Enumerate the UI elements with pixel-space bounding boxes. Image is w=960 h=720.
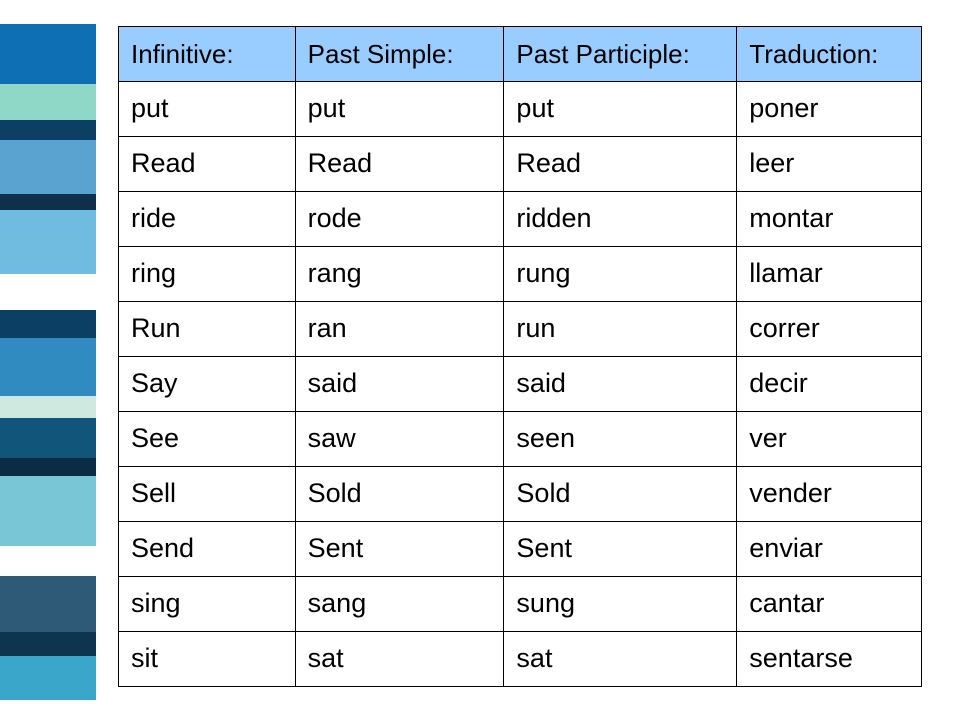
table-row: Read Read Read leer	[119, 137, 922, 192]
cell-past-simple: Sent	[295, 522, 504, 577]
cell-past-participle: rung	[504, 247, 737, 302]
cell-infinitive: sit	[119, 632, 296, 687]
table-row: put put put poner	[119, 82, 922, 137]
cell-past-participle: Read	[504, 137, 737, 192]
cell-traduction: cantar	[737, 577, 922, 632]
cell-past-simple: Sold	[295, 467, 504, 522]
color-bar	[0, 418, 96, 458]
cell-past-simple: put	[295, 82, 504, 137]
decorative-left-bars	[0, 0, 96, 720]
table-row: Send Sent Sent enviar	[119, 522, 922, 577]
cell-past-simple: ran	[295, 302, 504, 357]
slide-stage: Infinitive: Past Simple: Past Participle…	[0, 0, 960, 720]
table-row: Run ran run correr	[119, 302, 922, 357]
verb-table-wrap: Infinitive: Past Simple: Past Participle…	[118, 26, 922, 687]
verb-table: Infinitive: Past Simple: Past Participle…	[118, 26, 922, 687]
cell-past-simple: rode	[295, 192, 504, 247]
table-row: See saw seen ver	[119, 412, 922, 467]
cell-traduction: leer	[737, 137, 922, 192]
color-bar	[0, 396, 96, 418]
color-bar	[0, 700, 96, 720]
color-bar	[0, 274, 96, 310]
color-bar	[0, 338, 96, 396]
cell-past-participle: Sold	[504, 467, 737, 522]
header-infinitive: Infinitive:	[119, 27, 296, 82]
color-bar	[0, 656, 96, 700]
color-bar	[0, 194, 96, 210]
cell-traduction: correr	[737, 302, 922, 357]
color-bar	[0, 576, 96, 632]
header-traduction: Traduction:	[737, 27, 922, 82]
cell-infinitive: Sell	[119, 467, 296, 522]
table-row: Sell Sold Sold vender	[119, 467, 922, 522]
color-bar	[0, 120, 96, 140]
cell-past-simple: sang	[295, 577, 504, 632]
color-bar	[0, 84, 96, 120]
color-bar	[0, 310, 96, 338]
table-row: ride rode ridden montar	[119, 192, 922, 247]
cell-infinitive: put	[119, 82, 296, 137]
color-bar	[0, 140, 96, 194]
cell-traduction: montar	[737, 192, 922, 247]
cell-past-simple: saw	[295, 412, 504, 467]
color-bar	[0, 24, 96, 84]
cell-past-participle: run	[504, 302, 737, 357]
cell-infinitive: ring	[119, 247, 296, 302]
color-bar	[0, 632, 96, 656]
cell-past-participle: sat	[504, 632, 737, 687]
color-bar	[0, 210, 96, 274]
cell-infinitive: Say	[119, 357, 296, 412]
cell-past-participle: ridden	[504, 192, 737, 247]
table-row: ring rang rung llamar	[119, 247, 922, 302]
cell-past-simple: sat	[295, 632, 504, 687]
color-bar	[0, 458, 96, 476]
cell-infinitive: See	[119, 412, 296, 467]
color-bar	[0, 0, 96, 24]
cell-traduction: decir	[737, 357, 922, 412]
cell-past-simple: said	[295, 357, 504, 412]
cell-past-participle: sung	[504, 577, 737, 632]
cell-infinitive: Read	[119, 137, 296, 192]
cell-traduction: enviar	[737, 522, 922, 577]
cell-traduction: sentarse	[737, 632, 922, 687]
cell-past-participle: seen	[504, 412, 737, 467]
cell-past-participle: Sent	[504, 522, 737, 577]
cell-traduction: vender	[737, 467, 922, 522]
cell-infinitive: Run	[119, 302, 296, 357]
cell-infinitive: Send	[119, 522, 296, 577]
color-bar	[0, 476, 96, 546]
cell-past-simple: rang	[295, 247, 504, 302]
header-past-participle: Past Participle:	[504, 27, 737, 82]
cell-traduction: llamar	[737, 247, 922, 302]
cell-past-participle: put	[504, 82, 737, 137]
cell-past-participle: said	[504, 357, 737, 412]
header-past-simple: Past Simple:	[295, 27, 504, 82]
cell-infinitive: sing	[119, 577, 296, 632]
cell-traduction: poner	[737, 82, 922, 137]
cell-infinitive: ride	[119, 192, 296, 247]
table-row: sing sang sung cantar	[119, 577, 922, 632]
table-row: Say said said decir	[119, 357, 922, 412]
color-bar	[0, 546, 96, 576]
table-row: sit sat sat sentarse	[119, 632, 922, 687]
cell-traduction: ver	[737, 412, 922, 467]
cell-past-simple: Read	[295, 137, 504, 192]
table-header-row: Infinitive: Past Simple: Past Participle…	[119, 27, 922, 82]
